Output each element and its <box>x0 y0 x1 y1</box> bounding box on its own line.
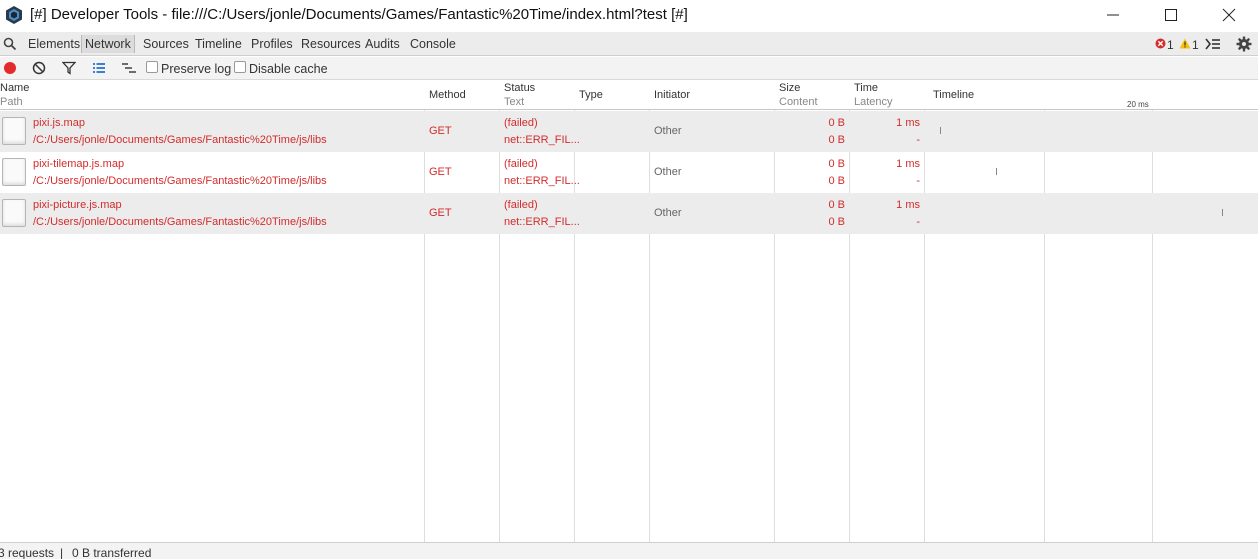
requests-table: Name Path Method Status Text Type Initia… <box>0 80 1258 542</box>
timeline-tick-label: 20 ms <box>1127 100 1149 109</box>
request-status-text: net::ERR_FIL... <box>504 134 580 146</box>
file-icon <box>2 158 26 186</box>
request-status-text: net::ERR_FIL... <box>504 175 580 187</box>
transferred-size: 0 B transferred <box>72 546 152 559</box>
tab-audits[interactable]: Audits <box>362 35 403 53</box>
tab-elements[interactable]: Elements <box>25 35 83 53</box>
tab-profiles[interactable]: Profiles <box>248 35 296 53</box>
request-name[interactable]: pixi-picture.js.map <box>33 199 122 211</box>
header-method[interactable]: Method <box>425 80 499 110</box>
request-size: 0 B <box>828 117 845 129</box>
request-path: /C:/Users/jonle/Documents/Games/Fantasti… <box>33 134 327 146</box>
status-bar: 3 requests | 0 B transferred <box>0 542 1258 559</box>
panel-tab-bar: Elements Network Sources Timeline Profil… <box>0 32 1258 56</box>
request-initiator: Other <box>654 166 682 178</box>
table-row[interactable]: pixi-tilemap.js.map /C:/Users/jonle/Docu… <box>0 152 1258 193</box>
file-icon <box>2 199 26 227</box>
request-time: 1 ms <box>896 199 920 211</box>
status-separator: | <box>60 546 64 559</box>
header-initiator[interactable]: Initiator <box>650 80 774 110</box>
tab-network[interactable]: Network <box>81 35 135 53</box>
minimize-icon <box>1107 14 1119 16</box>
request-method: GET <box>429 207 452 219</box>
maximize-icon <box>1165 9 1177 21</box>
request-name[interactable]: pixi-tilemap.js.map <box>33 158 124 170</box>
preserve-log-label[interactable]: Preserve log <box>161 62 231 76</box>
record-icon[interactable] <box>3 61 17 75</box>
header-time[interactable]: Time Latency <box>850 80 924 110</box>
request-initiator: Other <box>654 125 682 137</box>
request-status-text: net::ERR_FIL... <box>504 216 580 228</box>
timeline-bar <box>1222 209 1223 216</box>
request-count: 3 requests <box>0 546 55 559</box>
tab-resources[interactable]: Resources <box>298 35 364 53</box>
request-latency: - <box>916 216 920 228</box>
header-name[interactable]: Name Path <box>0 80 424 110</box>
show-drawer-icon[interactable] <box>1205 38 1221 50</box>
close-window-button[interactable] <box>1200 0 1258 30</box>
request-path: /C:/Users/jonle/Documents/Games/Fantasti… <box>33 175 327 187</box>
request-method: GET <box>429 125 452 137</box>
table-row[interactable]: pixi-picture.js.map /C:/Users/jonle/Docu… <box>0 193 1258 234</box>
warning-icon[interactable] <box>1179 38 1191 49</box>
network-toolbar: Preserve log Disable cache <box>0 57 1258 80</box>
header-timeline[interactable]: Timeline <box>929 80 1044 110</box>
request-size: 0 B <box>828 199 845 211</box>
table-header: Name Path Method Status Text Type Initia… <box>0 80 1258 110</box>
preserve-log-checkbox[interactable] <box>146 61 158 73</box>
header-status[interactable]: Status Text <box>500 80 574 110</box>
request-latency: - <box>916 175 920 187</box>
request-time: 1 ms <box>896 117 920 129</box>
devtools-app-icon <box>6 6 22 24</box>
tab-timeline[interactable]: Timeline <box>192 35 245 53</box>
error-icon[interactable] <box>1155 38 1166 49</box>
search-icon[interactable] <box>3 37 17 51</box>
filter-icon[interactable] <box>62 61 76 75</box>
request-status: (failed) <box>504 199 538 211</box>
request-path: /C:/Users/jonle/Documents/Games/Fantasti… <box>33 216 327 228</box>
close-icon <box>1222 8 1236 22</box>
header-type[interactable]: Type <box>575 80 649 110</box>
large-rows-icon[interactable] <box>92 61 106 75</box>
tab-console[interactable]: Console <box>407 35 459 53</box>
disable-cache-label[interactable]: Disable cache <box>249 62 328 76</box>
gear-icon[interactable] <box>1236 36 1252 52</box>
error-count[interactable]: 1 <box>1167 38 1174 52</box>
request-content: 0 B <box>828 216 845 228</box>
request-initiator: Other <box>654 207 682 219</box>
table-row[interactable]: pixi.js.map /C:/Users/jonle/Documents/Ga… <box>0 111 1258 152</box>
request-name[interactable]: pixi.js.map <box>33 117 85 129</box>
clear-icon[interactable] <box>32 61 46 75</box>
request-status: (failed) <box>504 117 538 129</box>
warning-count[interactable]: 1 <box>1192 38 1199 52</box>
request-time: 1 ms <box>896 158 920 170</box>
request-content: 0 B <box>828 175 845 187</box>
tab-sources[interactable]: Sources <box>140 35 192 53</box>
maximize-button[interactable] <box>1142 0 1200 30</box>
request-method: GET <box>429 166 452 178</box>
minimize-button[interactable] <box>1084 0 1142 30</box>
request-size: 0 B <box>828 158 845 170</box>
waterfall-icon[interactable] <box>121 61 137 75</box>
disable-cache-checkbox[interactable] <box>234 61 246 73</box>
file-icon <box>2 117 26 145</box>
timeline-bar <box>996 168 997 175</box>
header-size[interactable]: Size Content <box>775 80 849 110</box>
request-status: (failed) <box>504 158 538 170</box>
request-latency: - <box>916 134 920 146</box>
window-title: [#] Developer Tools - file:///C:/Users/j… <box>30 6 688 23</box>
title-bar: [#] Developer Tools - file:///C:/Users/j… <box>0 0 1258 32</box>
request-content: 0 B <box>828 134 845 146</box>
timeline-bar <box>940 127 941 134</box>
